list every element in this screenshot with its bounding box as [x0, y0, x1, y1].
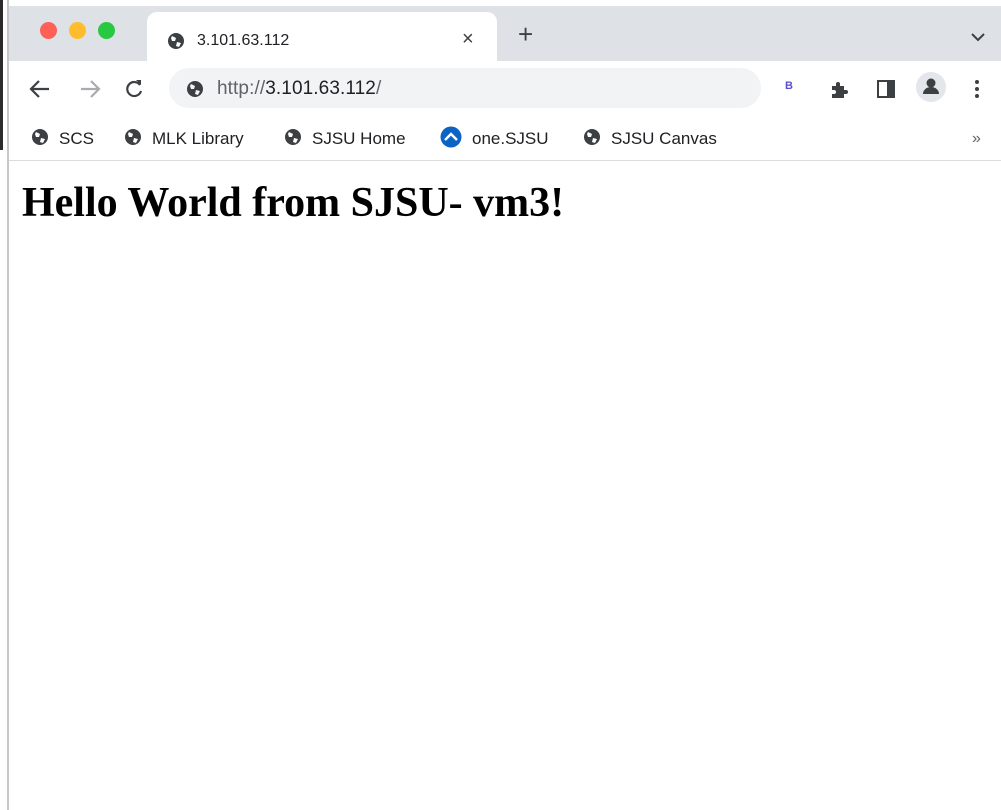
bookmark-one-sjsu[interactable]: one.SJSU	[440, 124, 549, 154]
left-window-edge	[0, 0, 9, 810]
close-window-button[interactable]	[40, 22, 57, 39]
url-scheme: http://	[217, 78, 266, 99]
globe-icon	[284, 128, 302, 151]
side-panel-icon[interactable]	[877, 80, 895, 103]
onesjsu-logo-icon	[440, 126, 462, 153]
globe-icon	[186, 80, 204, 103]
url-host: 3.101.63.112	[265, 78, 376, 99]
bookmark-label: MLK Library	[152, 129, 244, 148]
bookmarks-overflow-button[interactable]: »	[972, 130, 981, 148]
minimize-window-button[interactable]	[69, 22, 86, 39]
extension-b-icon[interactable]: B	[785, 80, 793, 92]
globe-icon	[167, 32, 185, 55]
globe-icon	[583, 128, 601, 151]
bookmark-label: SJSU Home	[312, 129, 406, 148]
chevron-down-icon[interactable]	[971, 29, 985, 47]
kebab-menu-icon[interactable]	[974, 79, 980, 104]
new-tab-button[interactable]: +	[518, 21, 533, 47]
browser-window: 3.101.63.112 × + http://3.101.63.112/ B …	[9, 6, 1001, 810]
globe-icon	[124, 128, 142, 151]
bookmark-scs[interactable]: SCS	[31, 124, 94, 154]
bookmark-label: one.SJSU	[472, 129, 549, 148]
tab-title: 3.101.63.112	[197, 32, 290, 49]
url-path: /	[375, 78, 382, 99]
globe-icon	[31, 128, 49, 151]
active-tab[interactable]: 3.101.63.112 ×	[147, 12, 497, 61]
url-text[interactable]: http://3.101.63.112/	[217, 78, 381, 100]
close-tab-icon[interactable]: ×	[462, 28, 474, 50]
extensions-puzzle-icon[interactable]	[829, 79, 849, 104]
tab-strip: 3.101.63.112 × +	[9, 6, 1001, 61]
back-arrow-icon[interactable]	[29, 79, 51, 104]
address-bar[interactable]: http://3.101.63.112/	[169, 68, 761, 108]
bookmark-label: SJSU Canvas	[611, 129, 717, 148]
reload-icon[interactable]	[124, 79, 144, 104]
profile-avatar-icon[interactable]	[916, 72, 946, 102]
bookmark-mlk-library[interactable]: MLK Library	[124, 124, 244, 154]
bookmark-sjsu-canvas[interactable]: SJSU Canvas	[583, 124, 717, 154]
browser-toolbar: http://3.101.63.112/ B	[9, 61, 1001, 117]
bookmarks-bar: SCS MLK Library SJSU Home one.SJSU SJSU …	[9, 117, 1001, 161]
bookmark-label: SCS	[59, 129, 94, 148]
zoom-window-button[interactable]	[98, 22, 115, 39]
page-content: Hello World from SJSU- vm3!	[9, 162, 1001, 810]
page-heading: Hello World from SJSU- vm3!	[22, 180, 565, 226]
forward-arrow-icon[interactable]	[79, 79, 101, 104]
bookmark-sjsu-home[interactable]: SJSU Home	[284, 124, 406, 154]
